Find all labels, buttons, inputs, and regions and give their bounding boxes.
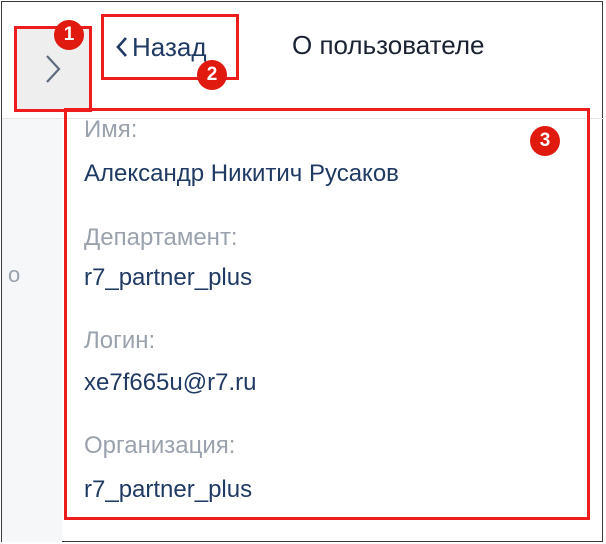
- annotation-box-3: [64, 108, 590, 520]
- annotation-badge-1: 1: [54, 20, 84, 50]
- annotation-badge-3: 3: [530, 126, 560, 156]
- page-title: О пользователе: [292, 30, 485, 60]
- sidebar-panel: о: [2, 118, 62, 542]
- sidebar-partial-text: о: [8, 262, 21, 287]
- annotation-badge-2: 2: [197, 60, 227, 90]
